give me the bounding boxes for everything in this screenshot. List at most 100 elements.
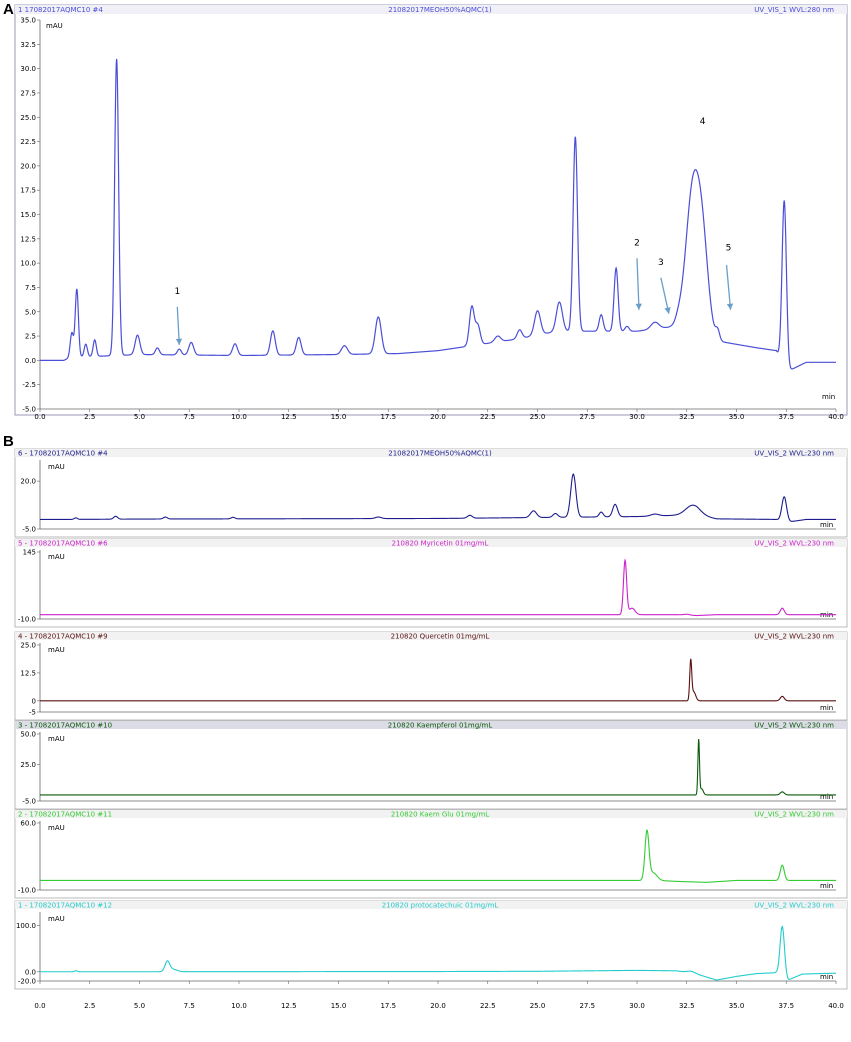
panel-a-y-tick-label: 27.5 — [20, 89, 36, 97]
panel-b-x-tick-label: 27.5 — [579, 1002, 595, 1010]
panel-b-x-tick-label: 20.0 — [430, 1002, 446, 1010]
chromatogram-y-tick-label: -5 — [29, 709, 36, 717]
chromatogram-header-left: 1 - 17082017AQMC10 #12 — [18, 902, 112, 910]
panel-a-x-tick-label: 17.5 — [380, 413, 396, 421]
figure: A 1 17082017AQMC10 #4 21082017MEOH50%AQM… — [3, 1, 848, 1010]
panel-a-x-tick-label: 37.5 — [778, 413, 794, 421]
panel-a-axes: -5.0-2.50.02.55.07.510.012.515.017.520.0… — [20, 17, 843, 422]
chromatogram-y-tick-label: 0.0 — [25, 968, 36, 976]
chromatogram-header-center: 21082017MEOH50%AQMC(1) — [388, 450, 492, 458]
panel-a-y-tick-label: 30.0 — [20, 65, 36, 73]
panel-a-y-tick-label: 22.5 — [20, 138, 36, 146]
chromatogram-header-right: UV_VIS_2 WVL:230 nm — [754, 722, 834, 730]
chromatogram-ylabel: mAU — [48, 735, 65, 743]
panel-a-series-line — [40, 58, 836, 370]
chromatogram-y-tick-label: 25.0 — [20, 642, 36, 650]
panel-a-header-left: 1 17082017AQMC10 #4 — [18, 6, 103, 14]
chromatogram-y-tick-label: 20.0 — [20, 478, 36, 486]
chromatogram-series-line — [40, 658, 836, 702]
chromatogram-header-right: UV_VIS_2 WVL:230 nm — [754, 811, 834, 819]
panel-b-x-tick-label: 37.5 — [778, 1002, 794, 1010]
chromatogram-header-left: 2 - 17082017AQMC10 #11 — [18, 811, 112, 819]
chromatogram-y-tick-label: 100.0 — [16, 922, 36, 930]
panel-b-x-tick-label: 25.0 — [530, 1002, 546, 1010]
panel-b-x-tick-label: 17.5 — [380, 1002, 396, 1010]
panel-a-x-tick-label: 40.0 — [828, 413, 844, 421]
panel-a-x-tick-label: 15.0 — [331, 413, 347, 421]
chromatogram-series-line — [40, 829, 836, 883]
panel-a-x-tick-label: 27.5 — [579, 413, 595, 421]
panel-a-y-tick-label: 35.0 — [20, 17, 36, 25]
panel-b-x-tick-label: 15.0 — [331, 1002, 347, 1010]
peak-arrowhead-5 — [726, 303, 734, 310]
panel-b-x-tick-label: 5.0 — [134, 1002, 145, 1010]
chromatogram-ylabel: mAU — [48, 915, 65, 923]
panel-b-x-tick-label: 0.0 — [34, 1002, 45, 1010]
chromatogram-header-left: 5 - 17082017AQMC10 #6 — [18, 540, 108, 548]
chromatogram-frame — [14, 538, 848, 628]
panel-b-x-tick-label: 35.0 — [729, 1002, 745, 1010]
panel-a-x-tick-label: 7.5 — [184, 413, 195, 421]
chromatogram-xlabel: min — [820, 882, 833, 890]
chromatogram-header-right: UV_VIS_2 WVL:230 nm — [754, 633, 834, 641]
panel-a-x-tick-label: 32.5 — [679, 413, 695, 421]
panel-a-header-right: UV_VIS_1 WVL:280 nm — [754, 6, 834, 14]
panel-a-y-tick-label: 17.5 — [20, 187, 36, 195]
chromatogram-header-left: 3 - 17082017AQMC10 #10 — [18, 722, 112, 730]
panel-b-chromatogram-5: 2 - 17082017AQMC10 #11 210820 Kaem Glu 01… — [14, 809, 848, 899]
chromatogram-header-right: UV_VIS_2 WVL:230 nm — [754, 902, 834, 910]
panel-a-frame — [14, 4, 848, 416]
chromatogram-frame — [14, 809, 848, 899]
chromatogram-xlabel: min — [820, 793, 833, 801]
chromatogram-xlabel: min — [820, 521, 833, 529]
panel-b-x-tick-label: 2.5 — [84, 1002, 95, 1010]
panel-a-ylabel: mAU — [46, 22, 63, 30]
panel-a-y-tick-label: 0.0 — [25, 357, 36, 365]
panel-a-y-tick-label: 32.5 — [20, 41, 36, 49]
panel-b-letter: B — [3, 433, 14, 450]
panel-a-y-tick-label: 25.0 — [20, 114, 36, 122]
panel-b-x-tick-label: 22.5 — [480, 1002, 496, 1010]
peak-arrowhead-3 — [664, 307, 671, 314]
panel-a-x-tick-label: 25.0 — [530, 413, 546, 421]
chromatogram-y-tick-label: 0 — [32, 697, 36, 705]
panel-b-x-tick-label: 12.5 — [281, 1002, 297, 1010]
chromatogram-ylabel: mAU — [48, 646, 65, 654]
panel-a-x-tick-label: 35.0 — [729, 413, 745, 421]
panel-a-x-tick-label: 20.0 — [430, 413, 446, 421]
peak-label-3: 3 — [658, 258, 664, 268]
chromatogram-header-right: UV_VIS_2 WVL:230 nm — [754, 450, 834, 458]
panel-b: 6 - 17082017AQMC10 #4 21082017MEOH50%AQMC… — [14, 448, 848, 1010]
chromatogram-xlabel: min — [820, 704, 833, 712]
chromatogram-frame — [14, 448, 848, 538]
chromatogram-y-tick-label: -20.0 — [18, 978, 36, 986]
chromatogram-ylabel: mAU — [48, 463, 65, 471]
chromatogram-frame — [14, 900, 848, 990]
panel-a-x-tick-label: 0.0 — [34, 413, 45, 421]
chromatogram-series-line — [40, 473, 836, 522]
chromatogram-y-tick-label: 60.0 — [20, 820, 36, 828]
panel-a-y-tick-label: 7.5 — [25, 284, 36, 292]
chromatogram-frame — [14, 720, 848, 810]
panel-a-y-tick-label: 5.0 — [25, 308, 36, 316]
chromatogram-ylabel: mAU — [48, 553, 65, 561]
panel-a: 1 17082017AQMC10 #4 21082017MEOH50%AQMC(… — [14, 4, 848, 422]
panel-a-y-tick-label: 2.5 — [25, 333, 36, 341]
panel-b-chromatogram-6: 1 - 17082017AQMC10 #12 210820 protocatech… — [14, 900, 848, 990]
chromatogram-y-tick-label: -10.0 — [18, 887, 36, 895]
peak-label-1: 1 — [174, 287, 180, 297]
panel-a-annotations: 1 2 3 4 5 — [174, 117, 734, 345]
panel-b-chromatogram-4: 3 - 17082017AQMC10 #10 210820 Kaempferol … — [14, 720, 848, 810]
panel-a-x-tick-label: 12.5 — [281, 413, 297, 421]
chromatogram-series-line — [40, 738, 836, 796]
chromatogram-header-left: 4 - 17082017AQMC10 #9 — [18, 633, 108, 641]
panel-a-y-tick-label: 12.5 — [20, 235, 36, 243]
chromatogram-xlabel: min — [820, 973, 833, 981]
panel-b-x-tick-label: 7.5 — [184, 1002, 195, 1010]
panel-b-x-tick-label: 40.0 — [828, 1002, 844, 1010]
panel-b-chromatogram-2: 5 - 17082017AQMC10 #6 210820 Myricetin 01… — [14, 538, 848, 628]
chromatogram-header-center: 210820 protocatechuic 01mg/mL — [382, 902, 499, 910]
chromatogram-header-right: UV_VIS_2 WVL:230 nm — [754, 540, 834, 548]
chromatogram-header-center: 210820 Kaempferol 01mg/mL — [388, 722, 493, 730]
chromatogram-series-line — [40, 925, 837, 981]
